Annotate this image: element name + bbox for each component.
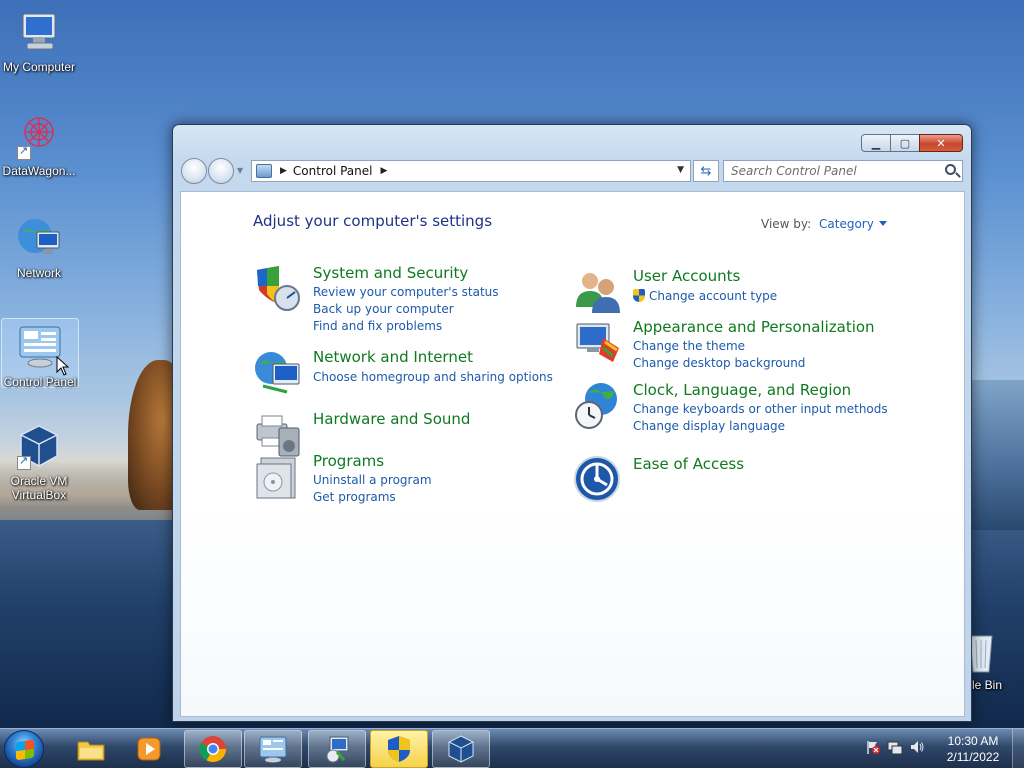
category-link[interactable]: Change keyboards or other input methods: [633, 402, 888, 416]
navigation-bar: ▼ ▶ Control Panel ▶ ▼ ⇆ Search Control P…: [181, 158, 963, 184]
desktop-icon-label: Control Panel: [3, 375, 77, 389]
mouse-cursor-icon: [56, 356, 70, 376]
address-bar[interactable]: ▶ Control Panel ▶ ▼: [251, 160, 691, 182]
forward-button[interactable]: [208, 158, 234, 184]
taskbar-control-panel-button[interactable]: [244, 730, 302, 768]
address-dropdown-icon[interactable]: ▼: [677, 165, 684, 175]
page-title: Adjust your computer's settings: [253, 212, 493, 230]
taskbar-chrome-button[interactable]: [184, 730, 242, 768]
desktop-icon-control-panel[interactable]: Control Panel: [1, 318, 79, 389]
clock-date: 2/11/2022: [946, 750, 1000, 764]
network-status-icon[interactable]: [887, 739, 903, 755]
taskbar-uac-button[interactable]: [370, 730, 428, 768]
category-title[interactable]: Appearance and Personalization: [633, 318, 875, 336]
category-link[interactable]: Change display language: [633, 419, 785, 433]
programs-icon[interactable]: [253, 452, 303, 502]
category-link[interactable]: Change account type: [633, 289, 777, 303]
system-tray: [865, 739, 925, 755]
category-link[interactable]: Get programs: [313, 490, 396, 504]
view-by-dropdown[interactable]: Category: [819, 217, 887, 231]
maximize-button[interactable]: ▢: [890, 134, 920, 152]
users-icon[interactable]: [573, 267, 623, 317]
breadcrumb-separator-icon[interactable]: ▶: [280, 166, 287, 176]
action-center-flag-icon[interactable]: [865, 739, 881, 755]
start-button[interactable]: [4, 730, 44, 768]
datawagon-icon: [15, 112, 63, 160]
installer-icon: [326, 736, 349, 763]
desktop-icon-virtualbox[interactable]: Oracle VM VirtualBox: [0, 422, 78, 502]
category-link[interactable]: Change desktop background: [633, 356, 805, 370]
category-link[interactable]: Choose homegroup and sharing options: [313, 370, 553, 384]
computer-icon: [15, 8, 63, 56]
chrome-icon: [199, 736, 227, 763]
minimize-button[interactable]: ▁: [861, 134, 891, 152]
category-title[interactable]: Ease of Access: [633, 455, 744, 473]
taskbar-explorer-button[interactable]: [62, 730, 120, 768]
control-panel-icon: [259, 736, 287, 763]
view-by-label: View by:: [761, 217, 812, 231]
category-title[interactable]: Network and Internet: [313, 348, 473, 366]
close-button[interactable]: ✕: [919, 134, 963, 152]
category-title[interactable]: System and Security: [313, 264, 468, 282]
category-link[interactable]: Review your computer's status: [313, 285, 499, 299]
category-link[interactable]: Find and fix problems: [313, 319, 442, 333]
taskbar-media-player-button[interactable]: [120, 730, 178, 768]
recent-pages-dropdown[interactable]: ▼: [237, 166, 243, 175]
virtualbox-icon: [448, 735, 474, 763]
media-player-icon: [137, 737, 161, 761]
uac-shield-icon: [633, 289, 645, 302]
show-desktop-button[interactable]: [1012, 729, 1024, 768]
clock-globe-icon[interactable]: [573, 381, 623, 431]
desktop-icon-network[interactable]: Network: [0, 214, 78, 280]
category-title[interactable]: Hardware and Sound: [313, 410, 470, 428]
explorer-icon: [77, 741, 105, 761]
desktop-icon-label: Network: [16, 266, 61, 280]
search-input[interactable]: Search Control Panel: [723, 160, 963, 182]
taskbar-installer-button[interactable]: [308, 730, 366, 768]
search-placeholder: Search Control Panel: [731, 164, 857, 178]
virtualbox-icon: [15, 422, 63, 470]
search-icon[interactable]: [945, 164, 956, 175]
taskbar-virtualbox-button[interactable]: [432, 730, 490, 768]
category-title[interactable]: Clock, Language, and Region: [633, 381, 851, 399]
category-link[interactable]: Back up your computer: [313, 302, 454, 316]
ease-of-access-icon[interactable]: [573, 455, 623, 505]
desktop-icon-my-computer[interactable]: My Computer: [0, 8, 78, 74]
breadcrumb-separator-icon[interactable]: ▶: [381, 166, 388, 176]
category-link-text: Change account type: [649, 289, 778, 303]
category-title[interactable]: Programs: [313, 452, 384, 470]
shortcut-arrow-icon: [17, 144, 31, 160]
back-button[interactable]: [181, 158, 207, 184]
category-link[interactable]: Uninstall a program: [313, 473, 432, 487]
network-globe-icon[interactable]: [253, 348, 303, 398]
window-buttons: ▁ ▢ ✕: [861, 134, 963, 152]
desktop-icon-datawagon[interactable]: DataWagon...: [0, 112, 78, 178]
network-icon: [15, 214, 63, 262]
uac-shield-icon: [388, 736, 410, 762]
category-title[interactable]: User Accounts: [633, 267, 740, 285]
desktop-icon-label: My Computer: [2, 60, 76, 74]
appearance-icon[interactable]: [573, 318, 623, 368]
category-link[interactable]: Change the theme: [633, 339, 745, 353]
taskbar-clock[interactable]: 10:30 AM 2/11/2022: [940, 733, 1006, 765]
control-panel-small-icon: [256, 164, 272, 178]
wallpaper-sea-right: [968, 380, 1024, 530]
security-shield-icon[interactable]: [253, 264, 303, 314]
shortcut-arrow-icon: [17, 454, 31, 470]
desktop-icon-label: Oracle VM VirtualBox: [10, 474, 68, 502]
desktop-icon-label: DataWagon...: [2, 164, 76, 178]
breadcrumb-control-panel[interactable]: Control Panel: [293, 164, 373, 178]
control-panel-content: Adjust your computer's settings View by:…: [180, 191, 965, 717]
clock-time: 10:30 AM: [947, 734, 999, 748]
taskbar: 10:30 AM 2/11/2022: [0, 728, 1024, 768]
control-panel-window[interactable]: ▁ ▢ ✕ ▼ ▶ Control Panel ▶ ▼ ⇆ Search Con…: [172, 124, 972, 722]
refresh-button[interactable]: ⇆: [693, 160, 719, 182]
volume-icon[interactable]: [909, 739, 925, 755]
